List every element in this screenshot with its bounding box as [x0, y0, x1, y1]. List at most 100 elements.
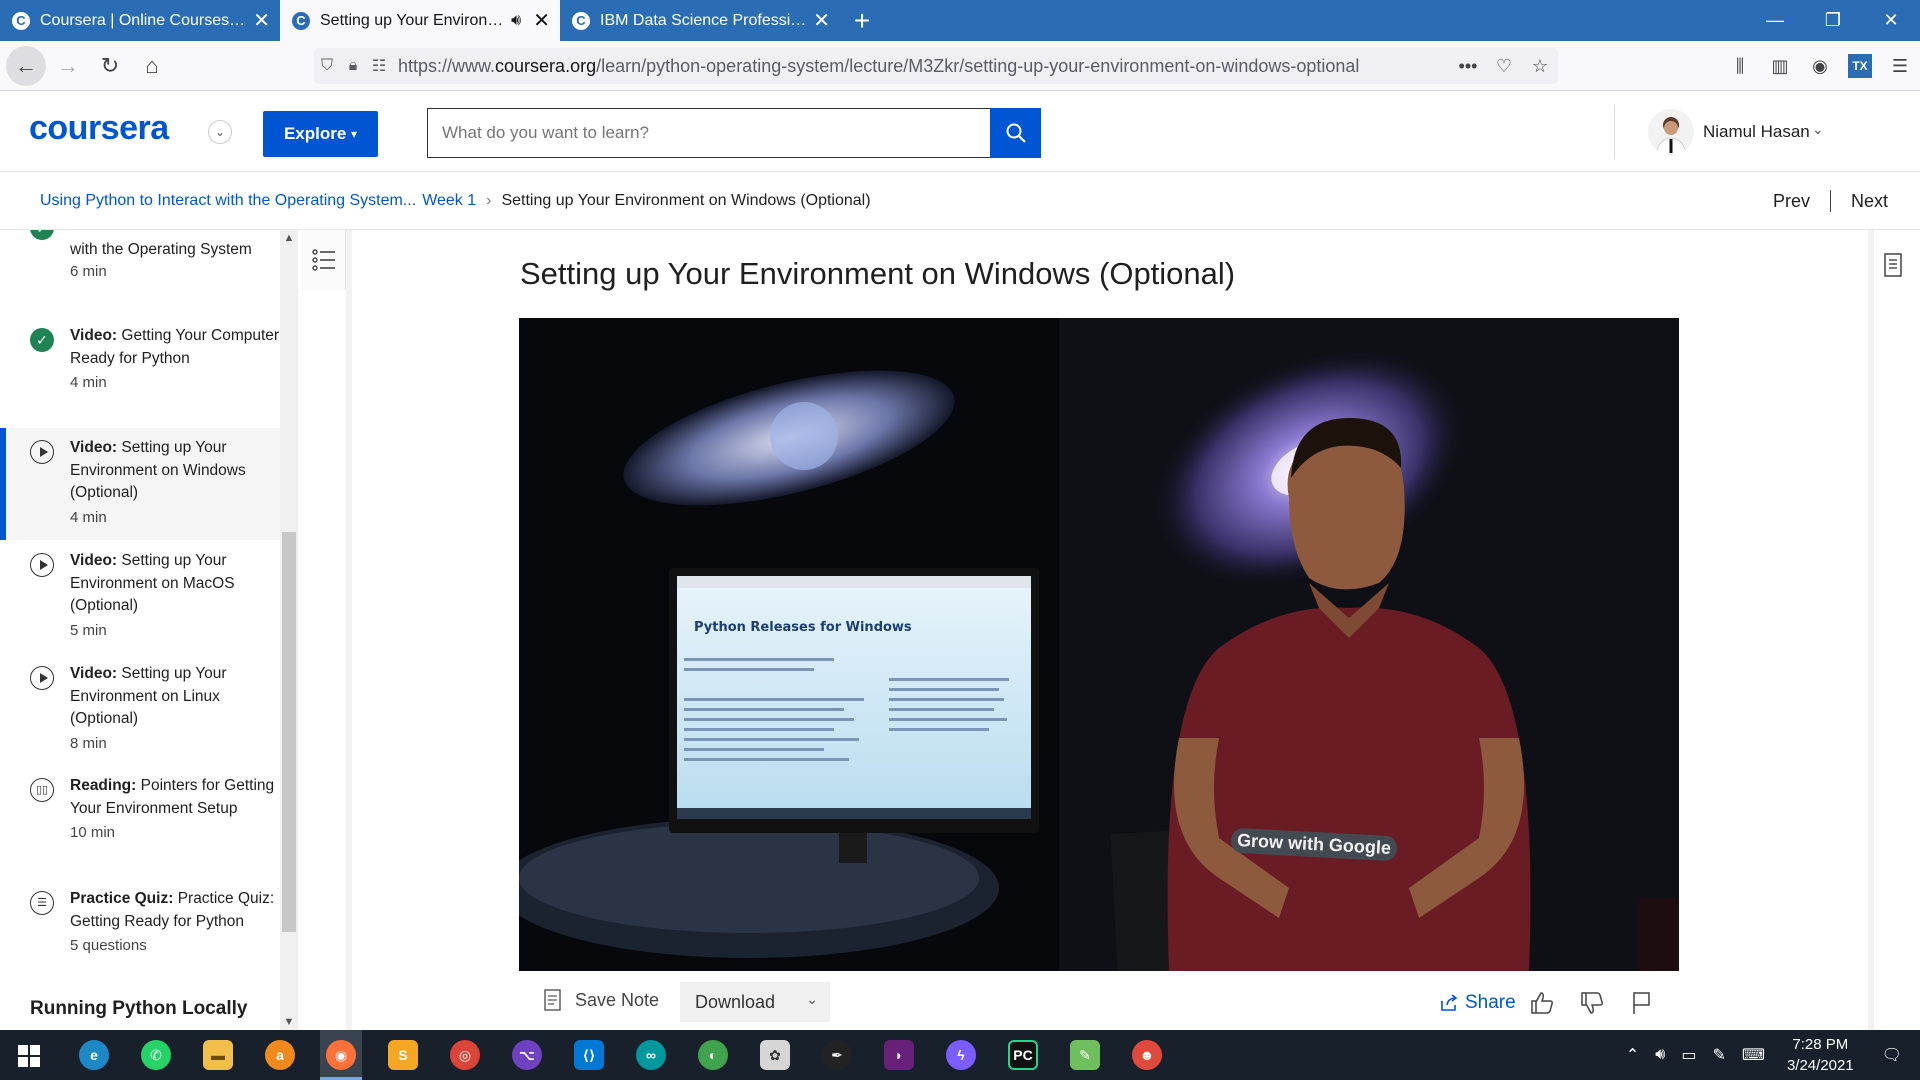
chevron-up-icon[interactable]: ⌃: [1626, 1045, 1639, 1065]
sidebar-scrollbar[interactable]: ▲ ▼: [280, 230, 298, 1030]
keyboard-icon[interactable]: ⌨: [1742, 1045, 1765, 1065]
chrome-icon[interactable]: ◎: [450, 1040, 480, 1070]
transover-extension-icon[interactable]: TX: [1848, 54, 1872, 78]
prev-link[interactable]: Prev: [1773, 191, 1810, 212]
arduino-icon[interactable]: ∞: [636, 1040, 666, 1070]
outline-toggle-button[interactable]: [302, 230, 346, 290]
inkscape-icon[interactable]: ✒: [822, 1040, 852, 1070]
list-item[interactable]: Video: Setting up Your Environment on Ma…: [0, 550, 280, 662]
toolbar-right: ⫼ ▥ ◉ TX ☰: [1720, 41, 1920, 91]
pocket-icon[interactable]: ♡: [1486, 56, 1522, 77]
file-explorer-icon[interactable]: ▬: [203, 1040, 233, 1070]
list-item-current[interactable]: Video: Setting up Your Environment on Wi…: [0, 428, 280, 540]
network-icon[interactable]: ▭: [1681, 1045, 1696, 1065]
search-input[interactable]: What do you want to learn?: [427, 108, 991, 158]
list-item[interactable]: ✓ Video: Getting Your Computer Ready for…: [0, 325, 280, 437]
new-tab-icon[interactable]: +: [840, 0, 884, 41]
quiz-list-icon: ☰: [30, 891, 54, 915]
close-tab-icon[interactable]: ✕: [813, 11, 830, 31]
pen-icon[interactable]: ✎: [1712, 1045, 1725, 1065]
paint-icon[interactable]: ✿: [760, 1040, 790, 1070]
permissions-icon[interactable]: ☷: [366, 56, 392, 76]
github-icon[interactable]: ⌥: [512, 1040, 542, 1070]
tab-coursera-home[interactable]: C Coursera | Online Courses & Cre ✕: [0, 0, 280, 41]
search-icon: [1006, 123, 1026, 143]
list-item[interactable]: ✓ with the Operating System 6 min: [0, 230, 280, 298]
close-tab-icon[interactable]: ✕: [533, 11, 550, 31]
clock-date: 3/24/2021: [1786, 1057, 1854, 1074]
close-window-icon[interactable]: ✕: [1862, 0, 1920, 41]
flag-icon[interactable]: [1629, 990, 1655, 1016]
menu-hamburger-icon[interactable]: ☰: [1880, 56, 1920, 77]
notes-panel-button[interactable]: [1882, 252, 1906, 280]
chevron-down-icon[interactable]: ⌄: [208, 120, 232, 144]
back-arrow-icon[interactable]: ←: [6, 45, 46, 86]
scrollbar-thumb[interactable]: [282, 532, 296, 932]
breadcrumb-week-link[interactable]: Week 1: [422, 192, 476, 210]
messenger-icon[interactable]: ϟ: [946, 1040, 976, 1070]
earth-icon[interactable]: ◐: [698, 1040, 728, 1070]
restore-icon[interactable]: ❐: [1804, 0, 1862, 41]
video-player[interactable]: Python Releases for Windows Grow with Go…: [519, 318, 1679, 971]
thumbs-down-icon[interactable]: [1579, 990, 1605, 1016]
section-heading[interactable]: Running Python Locally: [30, 998, 247, 1020]
game-icon[interactable]: ☻: [1132, 1040, 1162, 1070]
share-button[interactable]: Share: [1439, 992, 1516, 1014]
url-path: /learn/python-operating-system/lecture/M…: [596, 55, 1360, 76]
list-item[interactable]: ▯▯ Reading: Pointers for Getting Your En…: [0, 775, 280, 887]
avast-icon[interactable]: a: [265, 1040, 295, 1070]
scroll-up-icon[interactable]: ▲: [280, 232, 298, 244]
download-dropdown[interactable]: Download ⌄: [680, 982, 830, 1022]
save-note-button[interactable]: Save Note: [543, 988, 659, 1012]
thumbs-up-icon[interactable]: [1529, 990, 1555, 1016]
item-title: Reading: Pointers for Getting Your Envir…: [70, 775, 280, 820]
avatar[interactable]: [1648, 109, 1694, 155]
clock[interactable]: 7:28 PM 3/24/2021: [1787, 1034, 1854, 1076]
close-tab-icon[interactable]: ✕: [253, 11, 270, 31]
minimize-icon[interactable]: —: [1746, 0, 1804, 41]
scroll-down-icon[interactable]: ▼: [280, 1016, 298, 1028]
search-button[interactable]: [990, 108, 1041, 158]
notepad-icon[interactable]: ✎: [1070, 1040, 1100, 1070]
chevron-down-icon[interactable]: ⌄: [1812, 121, 1824, 138]
shield-icon[interactable]: ⛉: [314, 57, 340, 75]
visual-studio-icon[interactable]: ◗: [884, 1040, 914, 1070]
tab-ibm-data-science[interactable]: C IBM Data Science Professional ✕: [560, 0, 840, 41]
play-circle-icon: [30, 440, 54, 464]
explore-label: Explore: [283, 124, 347, 143]
breadcrumb: Using Python to Interact with the Operat…: [0, 172, 1920, 230]
page-actions-icon[interactable]: •••: [1450, 56, 1486, 77]
speaker-icon[interactable]: 🔊︎: [511, 12, 521, 30]
sidebar-toggle-icon[interactable]: ▥: [1760, 56, 1800, 77]
edge-icon[interactable]: e: [79, 1040, 109, 1070]
sublime-icon[interactable]: S: [388, 1040, 418, 1070]
user-name[interactable]: Niamul Hasan: [1703, 122, 1810, 142]
video-frame: [519, 318, 1679, 971]
library-icon[interactable]: ⫼: [1720, 56, 1760, 77]
note-icon: [544, 989, 561, 1011]
account-icon[interactable]: ◉: [1800, 56, 1840, 77]
pycharm-icon[interactable]: PC: [1008, 1040, 1038, 1070]
item-title: Video: Setting up Your Environment on Wi…: [70, 437, 280, 505]
breadcrumb-course-link[interactable]: Using Python to Interact with the Operat…: [40, 192, 416, 210]
address-bar[interactable]: ⛉ 🔒︎ ☷ https://www.coursera.org/learn/py…: [314, 48, 1558, 84]
explore-button[interactable]: Explore ▾: [263, 111, 378, 157]
forward-arrow-icon[interactable]: →: [48, 46, 88, 86]
windows-start-icon[interactable]: [18, 1045, 40, 1067]
url-text[interactable]: https://www.coursera.org/learn/python-op…: [398, 56, 1450, 77]
volume-icon[interactable]: 🔊︎: [1655, 1046, 1665, 1064]
home-icon[interactable]: ⌂: [132, 46, 172, 86]
reload-icon[interactable]: ↻: [90, 46, 130, 86]
item-duration: 6 min: [70, 263, 107, 280]
bookmark-star-icon[interactable]: ☆: [1522, 56, 1558, 77]
coursera-logo[interactable]: coursera: [29, 109, 169, 148]
firefox-icon[interactable]: ◉: [326, 1040, 356, 1070]
list-item[interactable]: Video: Setting up Your Environment on Li…: [0, 663, 280, 775]
notification-icon[interactable]: 🗨︎: [1882, 1045, 1902, 1065]
tab-current-lecture[interactable]: C Setting up Your Environmen 🔊︎ ✕: [280, 0, 560, 41]
list-item[interactable]: ☰ Practice Quiz: Practice Quiz: Getting …: [0, 888, 280, 1000]
vscode-icon[interactable]: ⟨⟩: [574, 1040, 604, 1070]
next-link[interactable]: Next: [1851, 191, 1888, 212]
lock-icon[interactable]: 🔒︎: [340, 57, 366, 75]
whatsapp-icon[interactable]: ✆: [141, 1040, 171, 1070]
